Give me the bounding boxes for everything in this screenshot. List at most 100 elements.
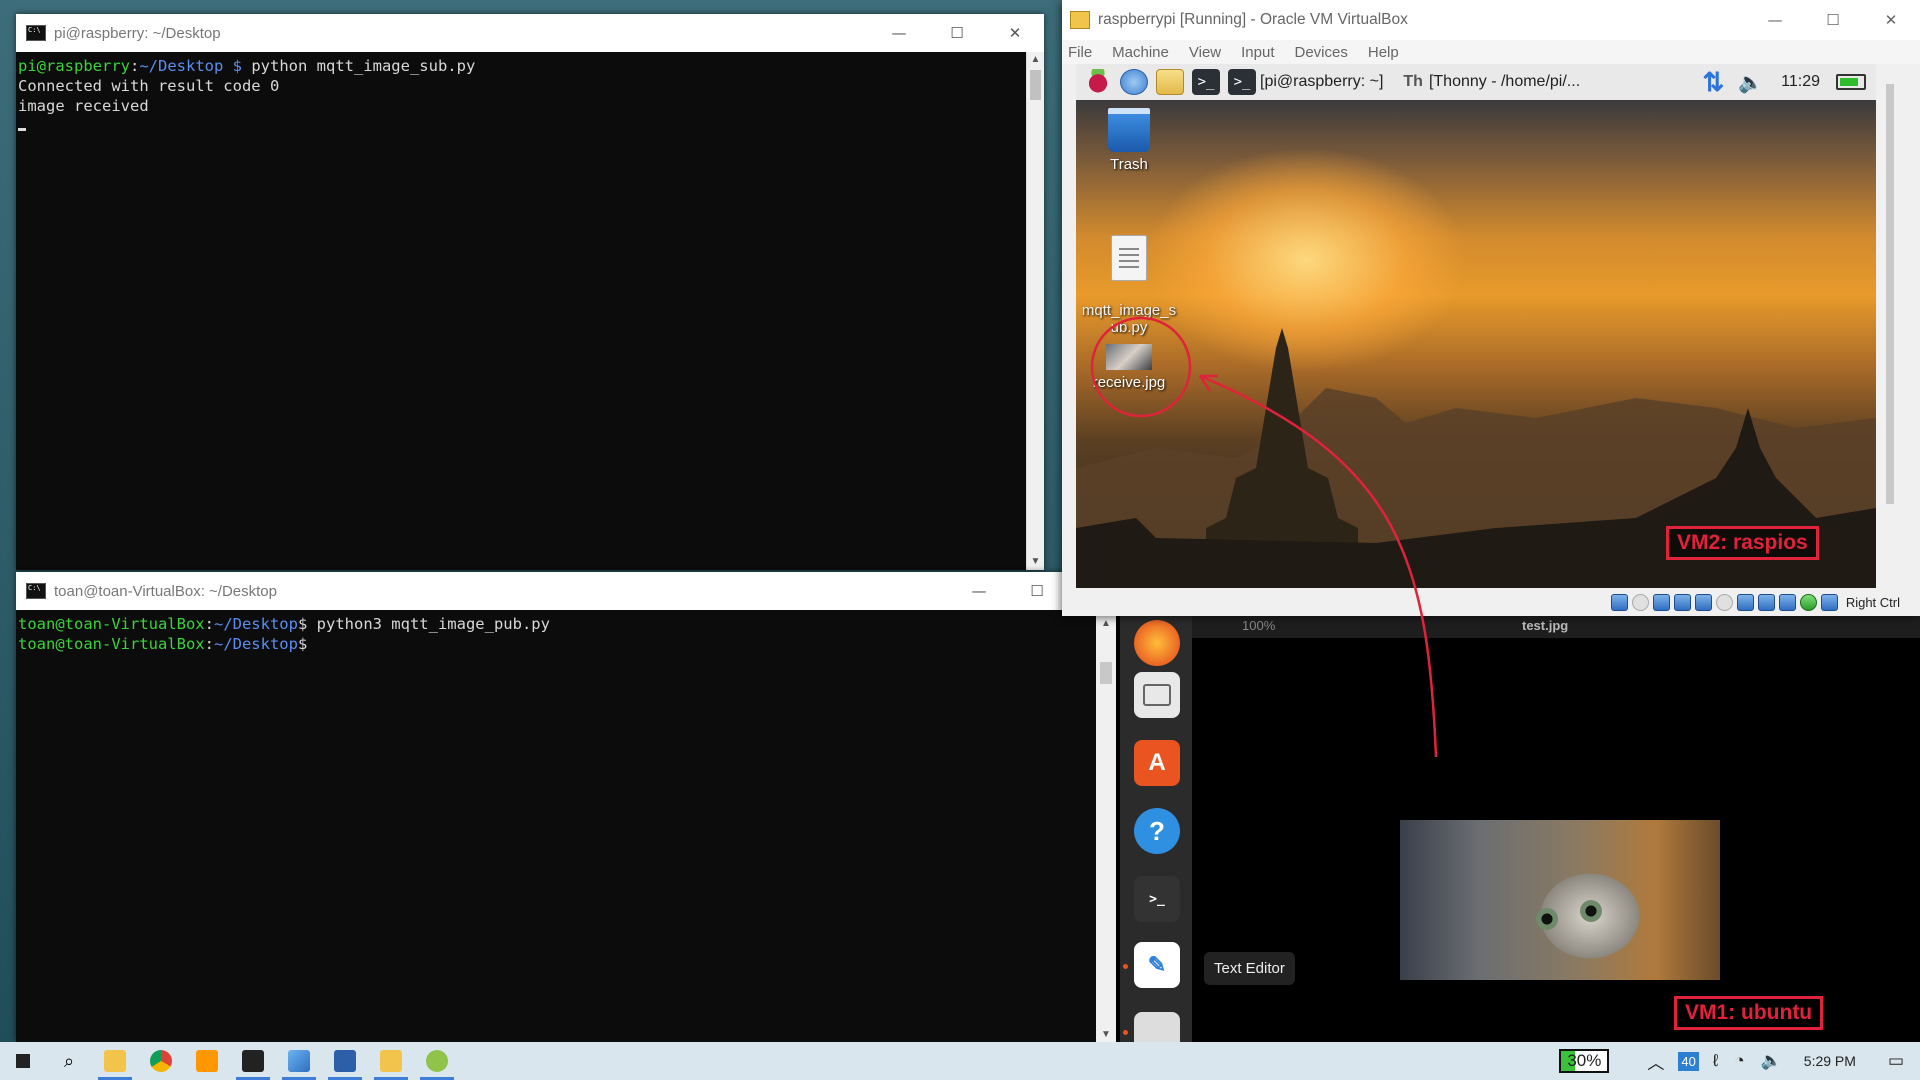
window-title: pi@raspberry: ~/Desktop (54, 24, 221, 42)
screenshot-icon[interactable] (1134, 1012, 1180, 1042)
browser-icon[interactable] (1120, 69, 1148, 95)
menu-devices[interactable]: Devices (1295, 44, 1348, 61)
title-bar[interactable]: toan@toan-VirtualBox: ~/Desktop — ☐ (16, 572, 1096, 610)
usb-icon[interactable] (1673, 593, 1691, 611)
shared-folders-icon[interactable] (1694, 593, 1712, 611)
maximize-button[interactable]: ☐ (1008, 572, 1066, 610)
search-icon[interactable]: ⌕ (46, 1042, 92, 1080)
chevron-up-icon[interactable]: ︿ (1647, 1049, 1664, 1074)
optical-drive-icon[interactable] (1610, 593, 1628, 611)
terminal-window-pi[interactable]: pi@raspberry: ~/Desktop — ☐ ✕ pi@raspber… (16, 14, 1044, 570)
keyboard-capture-icon[interactable] (1820, 593, 1838, 611)
tray-badge[interactable]: 40 (1678, 1051, 1699, 1071)
desktop-icon-label: Trash (1110, 156, 1148, 173)
minimize-button[interactable]: — (950, 572, 1008, 610)
ubuntu-dock: A ? >_ ✎ (1120, 616, 1192, 1042)
prompt-user: pi@raspberry (18, 57, 130, 75)
vertical-scrollbar[interactable]: ▲ ▼ (1026, 52, 1044, 570)
recording-icon[interactable] (1736, 593, 1754, 611)
kitten-eye (1580, 900, 1602, 922)
desktop: pi@raspberry: ~/Desktop — ☐ ✕ pi@raspber… (0, 0, 1920, 1080)
window-title: toan@toan-VirtualBox: ~/Desktop (54, 582, 277, 600)
chrome-icon[interactable] (138, 1042, 184, 1080)
virtualbox-icon[interactable] (322, 1042, 368, 1080)
title-bar[interactable]: pi@raspberry: ~/Desktop — ☐ ✕ (16, 14, 1044, 52)
file-manager-icon[interactable] (1156, 69, 1184, 95)
audio-icon[interactable] (1631, 593, 1649, 611)
zoom-level[interactable]: 100% (1242, 618, 1275, 633)
minimize-button[interactable]: — (1746, 0, 1804, 40)
cpu-icon[interactable] (1757, 593, 1775, 611)
display-icon[interactable] (1715, 593, 1733, 611)
scroll-thumb[interactable] (1886, 84, 1894, 504)
photos-icon[interactable] (276, 1042, 322, 1080)
virtualization-icon[interactable] (1778, 593, 1796, 611)
menu-help[interactable]: Help (1368, 44, 1399, 61)
software-icon[interactable]: A (1134, 740, 1180, 786)
prompt-user: toan@toan-VirtualBox (18, 615, 205, 633)
cmd-icon[interactable] (230, 1042, 276, 1080)
taskbar-clock[interactable]: 5:29 PM (1804, 1053, 1856, 1069)
desktop-icon-receive-jpg[interactable]: receive.jpg (1076, 344, 1184, 391)
ime-icon[interactable]: ℓ (1713, 1051, 1719, 1071)
maximize-button[interactable]: ☐ (1804, 0, 1862, 40)
terminal-output[interactable]: toan@toan-VirtualBox:~/Desktop$ python3 … (16, 610, 1078, 1042)
raspberry-menu-icon[interactable] (1084, 69, 1112, 95)
notifications-icon[interactable]: ▭ (1888, 1051, 1904, 1071)
sublime-text-icon[interactable] (184, 1042, 230, 1080)
vertical-scrollbar[interactable]: ▲ ▼ (1096, 616, 1116, 1042)
files-icon[interactable] (1134, 672, 1180, 718)
minimize-button[interactable]: — (870, 14, 928, 52)
running-indicator (1123, 964, 1128, 969)
menu-view[interactable]: View (1189, 44, 1221, 61)
file-explorer-icon[interactable] (92, 1042, 138, 1080)
maximize-button[interactable]: ☐ (928, 14, 986, 52)
taskbar-task-terminal[interactable]: >_ [pi@raspberry: ~] (1228, 69, 1383, 95)
taskbar-task-thonny[interactable]: Th [Thonny - /home/pi/... (1403, 73, 1580, 91)
volume-icon[interactable]: 🔈 (1761, 1051, 1782, 1071)
scroll-thumb[interactable] (1100, 662, 1112, 684)
title-bar[interactable]: raspberrypi [Running] - Oracle VM Virtua… (1062, 0, 1920, 40)
terminal-window-toan[interactable]: toan@toan-VirtualBox: ~/Desktop — ☐ toan… (16, 572, 1096, 1042)
menu-input[interactable]: Input (1241, 44, 1274, 61)
mouse-integration-icon[interactable] (1799, 593, 1817, 611)
panel-clock[interactable]: 11:29 (1781, 73, 1820, 91)
desktop-icon-trash[interactable]: Trash (1076, 108, 1184, 173)
dock-tooltip: Text Editor (1204, 952, 1295, 985)
scroll-up-arrow-icon[interactable]: ▲ (1096, 618, 1116, 629)
output-line: image received (18, 97, 149, 115)
network-adapter-icon[interactable] (1652, 593, 1670, 611)
start-button[interactable] (0, 1042, 46, 1080)
close-button[interactable]: ✕ (1862, 0, 1920, 40)
raspi-wallpaper[interactable]: Trash mqtt_image_s ub.py receive.jpg (1076, 100, 1876, 588)
desktop-icon-script[interactable]: mqtt_image_s ub.py (1076, 218, 1184, 353)
wifi-icon[interactable]: ◔ (1734, 1051, 1744, 1071)
virtualbox-vm-icon[interactable] (368, 1042, 414, 1080)
text-cursor (18, 128, 26, 131)
window-title: raspberrypi [Running] - Oracle VM Virtua… (1098, 11, 1408, 28)
terminal-icon[interactable]: >_ (1192, 69, 1220, 95)
virtualbox-window[interactable]: raspberrypi [Running] - Oracle VM Virtua… (1062, 0, 1920, 616)
close-button[interactable]: ✕ (986, 14, 1044, 52)
menu-machine[interactable]: Machine (1112, 44, 1169, 61)
volume-icon[interactable]: 🔈 (1738, 70, 1763, 95)
terminal-output[interactable]: pi@raspberry:~/Desktop $ python mqtt_ima… (16, 52, 1026, 570)
firefox-icon[interactable] (1134, 620, 1180, 666)
text-editor-icon[interactable]: ✎ (1134, 942, 1180, 988)
raspi-panel: >_ >_ [pi@raspberry: ~] Th [Thonny - /ho… (1076, 64, 1876, 100)
scroll-down-arrow-icon[interactable]: ▼ (1096, 1029, 1116, 1040)
scroll-up-arrow-icon[interactable]: ▲ (1027, 52, 1044, 68)
ubuntu-vm-display[interactable]: ▲ ▼ A ? >_ ✎ 100% test.jpg Text Editor (1096, 616, 1920, 1042)
scroll-thumb[interactable] (1030, 70, 1041, 100)
command-text: python mqtt_image_sub.py (251, 57, 476, 75)
battery-indicator[interactable]: 30% (1559, 1049, 1610, 1073)
raspios-guest-display[interactable]: >_ >_ [pi@raspberry: ~] Th [Thonny - /ho… (1076, 64, 1876, 588)
scroll-down-arrow-icon[interactable]: ▼ (1027, 554, 1044, 570)
kitten-eye (1536, 908, 1558, 930)
raspberry-app-icon[interactable] (414, 1042, 460, 1080)
help-icon[interactable]: ? (1134, 808, 1180, 854)
terminal-icon[interactable]: >_ (1134, 876, 1180, 922)
network-icon[interactable]: ⇅ (1702, 67, 1724, 98)
menu-file[interactable]: File (1068, 44, 1092, 61)
vertical-scrollbar[interactable] (1876, 64, 1904, 588)
